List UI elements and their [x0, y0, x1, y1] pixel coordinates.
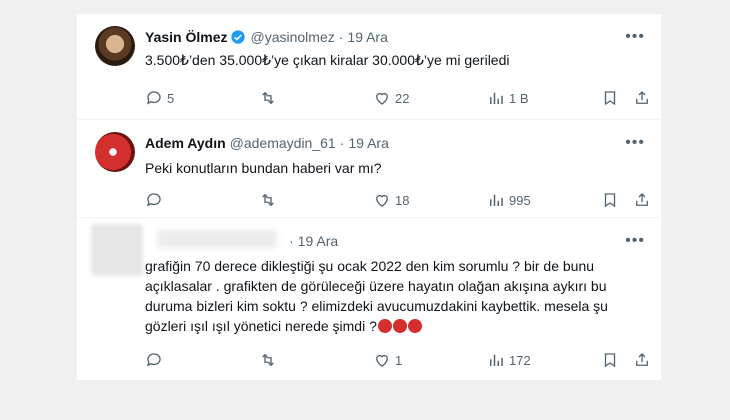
- tweet-date[interactable]: 19 Ara: [298, 233, 338, 249]
- tweet-header: · 19 Ara: [285, 231, 338, 251]
- user-handle[interactable]: @ademaydin_61: [230, 135, 336, 151]
- views-chart-icon: [490, 354, 503, 366]
- tweet-text: Peki konutların bundan haberi var mı?: [145, 160, 382, 176]
- separator: ·: [289, 233, 294, 249]
- timeline: Yasin Ölmez @yasinolmez · 19 Ara ••• 3.5…: [76, 14, 663, 380]
- bookmark-button[interactable]: [601, 190, 619, 210]
- avatar[interactable]: [95, 132, 135, 172]
- bookmark-icon: [604, 91, 616, 106]
- view-count: 995: [509, 192, 531, 208]
- like-count: 1: [395, 352, 403, 368]
- retweet-button[interactable]: [259, 88, 281, 108]
- view-count: 172: [509, 352, 531, 368]
- like-button[interactable]: 18: [373, 190, 409, 210]
- separator: ·: [339, 135, 345, 151]
- like-button[interactable]: 22: [373, 88, 409, 108]
- heart-icon: [376, 354, 388, 367]
- retweet-icon: [262, 193, 274, 207]
- views-button[interactable]: 995: [487, 190, 531, 210]
- reply-count: 5: [167, 90, 175, 106]
- heart-icon: [376, 92, 388, 105]
- more-options-button[interactable]: •••: [625, 28, 645, 46]
- tweet-date[interactable]: 19 Ara: [348, 135, 388, 151]
- retweet-button[interactable]: [259, 350, 281, 370]
- tweet-header: Yasin Ölmez @yasinolmez · 19 Ara: [145, 27, 388, 47]
- avatar[interactable]: [95, 26, 135, 66]
- heart-icon: [376, 194, 388, 207]
- reply-button[interactable]: [145, 350, 167, 370]
- share-icon: [636, 91, 648, 104]
- tweet-actions: 1 172: [145, 350, 657, 370]
- bookmark-button[interactable]: [601, 88, 619, 108]
- retweet-button[interactable]: [259, 190, 281, 210]
- reply-button[interactable]: [145, 190, 167, 210]
- angry-face-icon: [377, 319, 392, 333]
- bookmark-icon: [604, 193, 616, 208]
- bookmark-button[interactable]: [601, 350, 619, 370]
- angry-face-icon: [392, 319, 407, 333]
- more-options-button[interactable]: •••: [625, 134, 645, 152]
- tweet-actions: 18 995: [145, 190, 657, 210]
- tweet-text-content: grafiğin 70 derece dikleştiği şu ocak 20…: [145, 258, 608, 334]
- retweet-icon: [262, 353, 274, 367]
- reply-icon: [146, 91, 161, 105]
- retweet-icon: [262, 91, 274, 105]
- tweet[interactable]: · 19 Ara ••• grafiğin 70 derece dikleşti…: [77, 218, 663, 380]
- verified-badge-icon: [231, 30, 246, 44]
- like-count: 22: [395, 90, 410, 106]
- share-icon: [636, 353, 648, 366]
- views-button[interactable]: 1 B: [487, 88, 529, 108]
- tweet-text: 3.500₺’den 35.000₺’ye çıkan kiralar 30.0…: [145, 52, 510, 68]
- views-chart-icon: [490, 92, 503, 104]
- display-name[interactable]: Adem Aydın: [145, 135, 226, 151]
- tweet-header: Adem Aydın @ademaydin_61 · 19 Ara: [145, 133, 389, 153]
- view-count: 1 B: [509, 90, 529, 106]
- tweet-text: grafiğin 70 derece dikleştiği şu ocak 20…: [145, 256, 645, 336]
- tweet-actions: 5 22 1 B: [145, 88, 657, 108]
- tweet[interactable]: Yasin Ölmez @yasinolmez · 19 Ara ••• 3.5…: [77, 14, 663, 120]
- like-button[interactable]: 1: [373, 350, 402, 370]
- separator: ·: [338, 29, 344, 45]
- display-name[interactable]: Yasin Ölmez: [145, 29, 227, 45]
- more-options-button[interactable]: •••: [625, 232, 645, 250]
- share-button[interactable]: [633, 350, 651, 370]
- angry-face-icon: [407, 319, 422, 333]
- views-chart-icon: [490, 194, 503, 206]
- avatar-redacted: [91, 224, 143, 276]
- share-button[interactable]: [633, 190, 651, 210]
- reply-button[interactable]: 5: [145, 88, 174, 108]
- reply-icon: [146, 353, 161, 367]
- like-count: 18: [395, 192, 410, 208]
- reply-icon: [146, 193, 161, 207]
- bookmark-icon: [604, 353, 616, 368]
- tweet-date[interactable]: 19 Ara: [347, 29, 387, 45]
- redacted-name: [157, 230, 277, 248]
- views-button[interactable]: 172: [487, 350, 531, 370]
- user-handle[interactable]: @yasinolmez: [250, 29, 334, 45]
- tweet[interactable]: Adem Aydın @ademaydin_61 · 19 Ara ••• Pe…: [77, 120, 663, 218]
- share-icon: [636, 193, 648, 206]
- share-button[interactable]: [633, 88, 651, 108]
